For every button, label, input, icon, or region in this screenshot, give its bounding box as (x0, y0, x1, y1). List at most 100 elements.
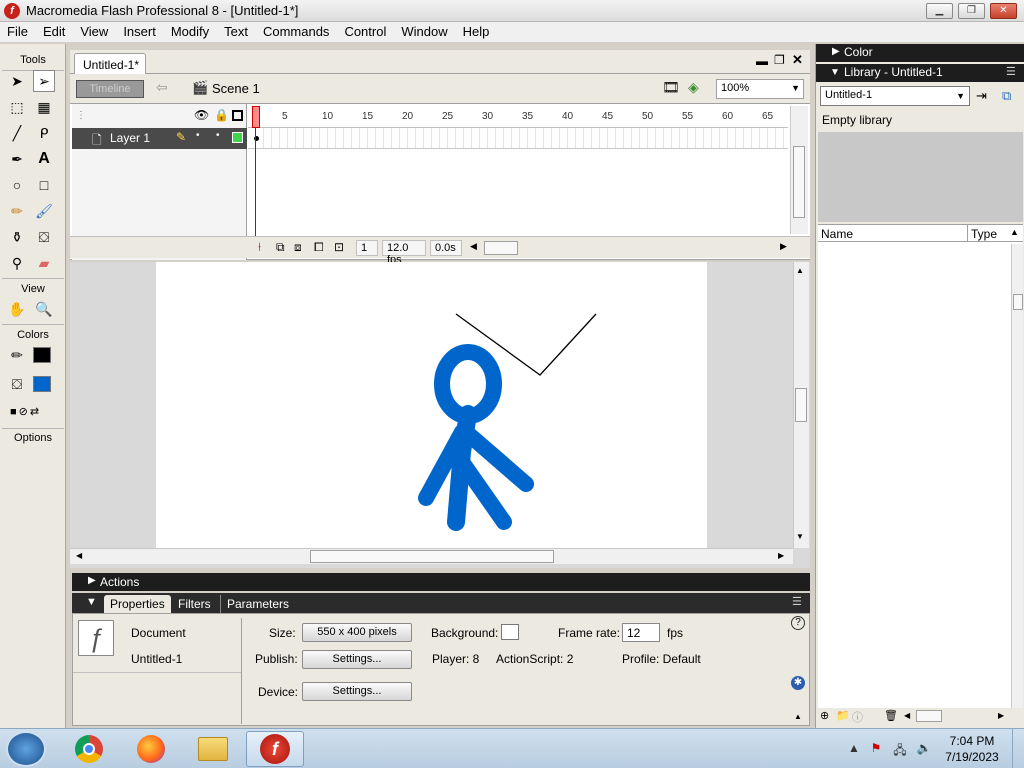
stroke-color-swatch[interactable] (33, 347, 51, 363)
pin-library-icon[interactable]: ⇥ (976, 88, 987, 104)
flash-app-icon[interactable]: f (4, 3, 20, 19)
tab-parameters[interactable]: Parameters (220, 595, 295, 613)
menu-edit[interactable]: Edit (36, 22, 73, 42)
timeline-toggle-button[interactable]: Timeline (76, 80, 144, 98)
accessibility-icon[interactable]: ✱ (791, 676, 805, 690)
scroll-left-arrow[interactable]: ◀ (470, 241, 477, 252)
new-library-panel-icon[interactable]: ⧉ (1002, 88, 1011, 104)
delete-icon[interactable]: 🗑 (884, 709, 898, 722)
properties-icon[interactable]: ⓘ (852, 709, 863, 725)
menu-window[interactable]: Window (394, 22, 455, 42)
stage-hscrollbar[interactable]: ◀ ▶ (70, 548, 793, 564)
onion-skin-outlines-icon[interactable]: ⧈ (294, 240, 302, 255)
library-hscroll-thumb[interactable] (916, 710, 942, 722)
free-transform-tool-icon[interactable]: ⬚ (6, 96, 28, 118)
playhead[interactable] (252, 106, 260, 128)
text-tool-icon[interactable]: A (33, 148, 55, 170)
edit-symbols-icon[interactable]: ◈ (688, 79, 699, 96)
center-frame-icon[interactable]: ⍿ (258, 240, 261, 255)
menu-commands[interactable]: Commands (256, 22, 337, 42)
flash-taskbar-icon[interactable]: f (246, 731, 304, 767)
library-vscrollbar[interactable] (1011, 244, 1023, 708)
line-tool-icon[interactable]: ╱ (6, 122, 28, 144)
scroll-right-arrow[interactable]: ▶ (778, 551, 784, 560)
firefox-taskbar-icon[interactable] (122, 731, 180, 767)
show-hide-eye-icon[interactable]: 👁 (194, 108, 209, 122)
scroll-down-arrow[interactable]: ▼ (796, 532, 804, 541)
zoom-tool-icon[interactable]: 🔍 (33, 298, 55, 320)
menu-insert[interactable]: Insert (116, 22, 164, 42)
library-panel-header[interactable]: ▼ Library - Untitled-1 ☰ (816, 64, 1024, 82)
paint-bucket-tool-icon[interactable]: ⛋ (33, 226, 55, 248)
stage-vscrollbar[interactable]: ▲ ▼ (793, 262, 809, 548)
edit-multiple-frames-icon[interactable]: ⧠ (314, 240, 324, 255)
stick-figure-drawing[interactable] (156, 262, 707, 548)
doc-restore-icon[interactable]: ❐ (774, 53, 785, 67)
layer-outline-color[interactable] (232, 132, 243, 143)
pencil-tool-icon[interactable]: ✏ (6, 200, 28, 222)
column-type[interactable]: Type (971, 227, 997, 241)
help-icon[interactable]: ? (791, 616, 805, 630)
timeline-hscroll-thumb[interactable] (484, 241, 518, 255)
timeline-vscroll-thumb[interactable] (793, 146, 805, 218)
modify-onion-markers-icon[interactable]: ⊡ (334, 240, 344, 254)
tab-filters[interactable]: Filters (172, 595, 217, 613)
panel-menu-icon[interactable]: ☰ (1006, 65, 1016, 78)
scroll-right-arrow[interactable]: ▶ (998, 711, 1004, 720)
chrome-taskbar-icon[interactable] (60, 731, 118, 767)
tab-properties[interactable]: Properties (104, 595, 171, 613)
restore-button[interactable]: ❐ (958, 3, 985, 19)
timeline-vscrollbar[interactable] (790, 106, 808, 234)
eyedropper-tool-icon[interactable]: ⚲ (6, 252, 28, 274)
stage-hscroll-thumb[interactable] (310, 550, 554, 563)
scroll-left-arrow[interactable]: ◀ (76, 551, 82, 560)
publish-settings-button[interactable]: Settings... (302, 650, 412, 669)
volume-icon[interactable]: 🔈 (916, 741, 932, 757)
new-symbol-icon[interactable]: ⊕ (820, 709, 829, 722)
color-swap-buttons[interactable]: ■⊘⇄ (10, 405, 56, 419)
doc-close-icon[interactable]: ✕ (792, 52, 803, 68)
background-color-swatch[interactable] (501, 624, 519, 640)
layer-row[interactable]: 🗋 Layer 1 ✎ • • (72, 128, 247, 149)
fill-transform-tool-icon[interactable]: ▦ (33, 96, 55, 118)
subselect-tool-icon[interactable]: ➢ (33, 70, 55, 92)
actions-panel-header[interactable]: ▶ Actions (72, 573, 810, 591)
onion-skin-icon[interactable]: ⧉ (276, 240, 285, 255)
start-button[interactable] (6, 731, 46, 767)
frame-row[interactable] (248, 128, 788, 149)
column-name[interactable]: Name (821, 227, 853, 241)
document-tab[interactable]: Untitled-1* (74, 53, 146, 74)
fill-color-swatch[interactable] (33, 376, 51, 392)
zoom-select[interactable]: 100% ▼ (716, 79, 804, 99)
pen-tool-icon[interactable]: ✒ (6, 148, 28, 170)
edit-scene-icon[interactable]: 🎞 (662, 79, 680, 96)
menu-file[interactable]: File (0, 22, 36, 42)
menu-help[interactable]: Help (456, 22, 498, 42)
stage-canvas[interactable] (156, 262, 707, 548)
frame-rate-input[interactable]: 12 (622, 623, 660, 642)
ink-bottle-tool-icon[interactable]: ⚱ (6, 226, 28, 248)
arrow-tool-icon[interactable]: ➤ (6, 70, 28, 92)
menu-text[interactable]: Text (217, 22, 256, 42)
layer-lock-dot[interactable]: • (216, 130, 220, 141)
stage-vscroll-thumb[interactable] (795, 388, 807, 422)
library-vscroll-thumb[interactable] (1013, 294, 1023, 310)
oval-tool-icon[interactable]: ○ (6, 174, 28, 196)
hand-tool-icon[interactable]: ✋ (6, 298, 28, 320)
brush-tool-icon[interactable]: 🖌 (33, 200, 55, 222)
outline-icon[interactable] (232, 110, 243, 121)
color-panel-header[interactable]: ▶ Color (816, 44, 1024, 62)
sort-icon[interactable]: ▲ (1010, 227, 1019, 237)
frame-ruler[interactable]: 5 10 15 20 25 30 35 40 45 50 55 60 65 (248, 106, 788, 128)
library-select[interactable]: Untitled-1 ▼ (820, 86, 970, 106)
show-hidden-icons-arrow[interactable]: ▲ (846, 741, 862, 757)
show-desktop-button[interactable] (1012, 729, 1024, 768)
back-arrow-icon[interactable]: ⇦ (156, 79, 168, 96)
scroll-up-arrow[interactable]: ▲ (796, 266, 804, 275)
lock-icon[interactable]: 🔒 (214, 108, 229, 122)
close-button[interactable]: ✕ (990, 3, 1017, 19)
scroll-left-arrow[interactable]: ◀ (904, 711, 910, 720)
lasso-tool-icon[interactable]: ᑭ (33, 122, 55, 144)
library-item-list[interactable] (818, 242, 1023, 712)
resize-arrow-icon[interactable]: ▲ (794, 712, 802, 721)
